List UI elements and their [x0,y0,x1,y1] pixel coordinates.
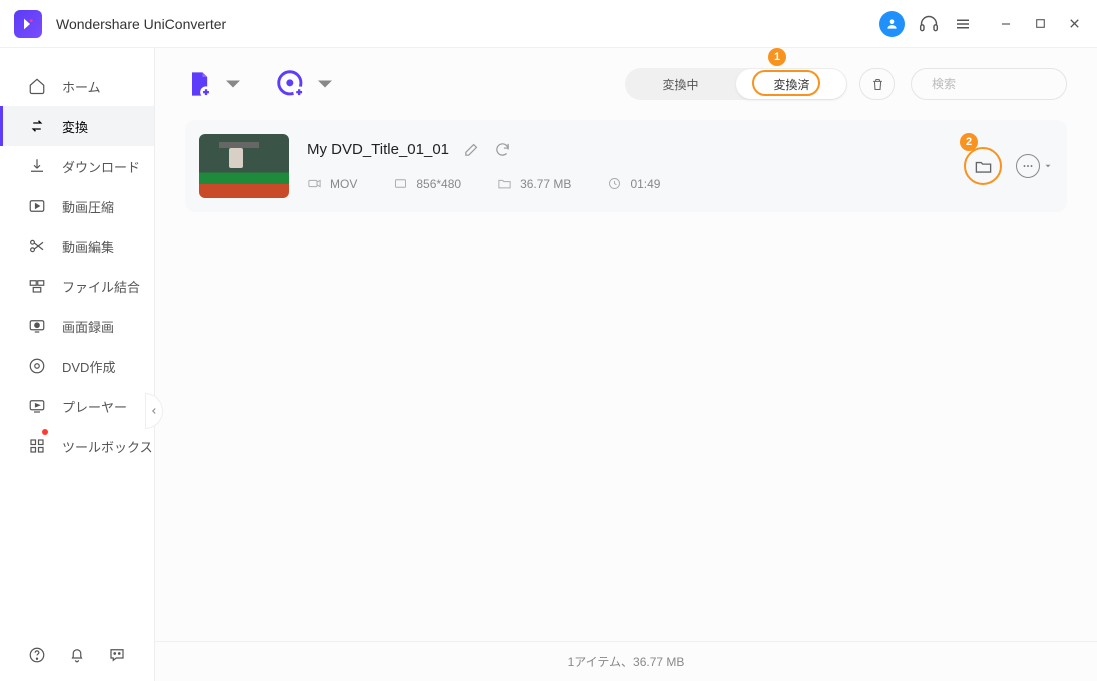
search-box[interactable] [911,68,1067,100]
file-item: My DVD_Title_01_01 MOV 856*480 [185,120,1067,212]
maximize-button[interactable] [1031,15,1049,33]
open-folder-button[interactable]: 2 [964,147,1002,185]
annotation-badge-1: 1 [768,48,786,66]
toolbar: 変換中 変換済 1 [155,48,1097,120]
sidebar-item-label: 動画編集 [62,237,114,256]
merge-icon [28,277,46,295]
sidebar-item-label: ツールボックス [62,437,153,456]
resolution-icon [393,176,408,191]
minimize-button[interactable] [997,15,1015,33]
status-tabs: 変換中 変換済 1 [625,68,847,100]
sidebar-item-compress[interactable]: 動画圧縮 [0,186,154,226]
scissors-icon [28,237,46,255]
folder-icon [497,176,512,191]
sidebar-item-label: ホーム [62,77,101,96]
sidebar-item-label: ファイル結合 [62,277,140,296]
sidebar-item-label: ダウンロード [62,157,140,176]
sidebar-item-record[interactable]: 画面録画 [0,306,154,346]
close-button[interactable] [1065,15,1083,33]
compress-icon [28,197,46,215]
chevron-down-icon [1043,161,1053,171]
sidebar-item-label: 画面録画 [62,317,114,336]
toolbox-icon [28,437,46,455]
hamburger-menu-icon[interactable] [953,14,973,34]
sidebar: ホーム 変換 ダウンロード 動画圧縮 動画編集 ファイル結合 [0,48,155,681]
convert-icon [28,117,46,135]
annotation-badge-2: 2 [960,133,978,151]
sidebar-item-label: プレーヤー [62,397,127,416]
search-input[interactable] [932,77,1087,91]
sidebar-item-label: 動画圧縮 [62,197,114,216]
status-bar: 1アイテム、36.77 MB [155,641,1097,681]
clock-icon [607,176,622,191]
notification-dot [42,429,48,435]
sidebar-item-dvd[interactable]: DVD作成 [0,346,154,386]
trash-icon [870,77,885,92]
sidebar-item-edit[interactable]: 動画編集 [0,226,154,266]
help-icon[interactable] [28,646,46,664]
account-button[interactable] [879,11,905,37]
reload-icon[interactable] [494,141,511,158]
sidebar-item-label: 変換 [62,117,88,136]
app-logo [14,10,42,38]
headset-icon[interactable] [919,14,939,34]
sidebar-item-merge[interactable]: ファイル結合 [0,266,154,306]
sidebar-item-toolbox[interactable]: ツールボックス [0,426,154,466]
sidebar-item-label: DVD作成 [62,357,115,376]
chevron-down-icon [311,70,339,98]
add-dvd-button[interactable] [277,70,339,98]
app-title: Wondershare UniConverter [56,16,226,32]
file-add-icon [185,70,213,98]
folder-open-icon [974,157,993,176]
resolution-meta: 856*480 [393,176,461,191]
add-file-button[interactable] [185,70,247,98]
format-meta: MOV [307,176,357,191]
size-meta: 36.77 MB [497,176,571,191]
video-thumbnail[interactable] [199,134,289,198]
player-icon [28,397,46,415]
edit-icon[interactable] [463,141,480,158]
disc-icon [28,357,46,375]
tab-converting[interactable]: 変換中 [625,76,736,93]
bell-icon[interactable] [68,646,86,664]
home-icon [28,77,46,95]
video-icon [307,176,322,191]
ellipsis-icon [1021,159,1035,173]
duration-meta: 01:49 [607,176,660,191]
chevron-down-icon [219,70,247,98]
delete-button[interactable] [859,68,895,100]
more-button[interactable] [1016,154,1053,178]
sidebar-item-home[interactable]: ホーム [0,66,154,106]
sidebar-item-convert[interactable]: 変換 [0,106,154,146]
record-icon [28,317,46,335]
tab-converted[interactable]: 変換済 [736,76,847,93]
item-title: My DVD_Title_01_01 [307,141,449,158]
chevron-left-icon [149,406,159,416]
sidebar-item-download[interactable]: ダウンロード [0,146,154,186]
dvd-add-icon [277,70,305,98]
download-icon [28,157,46,175]
feedback-icon[interactable] [108,646,126,664]
titlebar: Wondershare UniConverter [0,0,1097,48]
sidebar-item-player[interactable]: プレーヤー [0,386,154,426]
